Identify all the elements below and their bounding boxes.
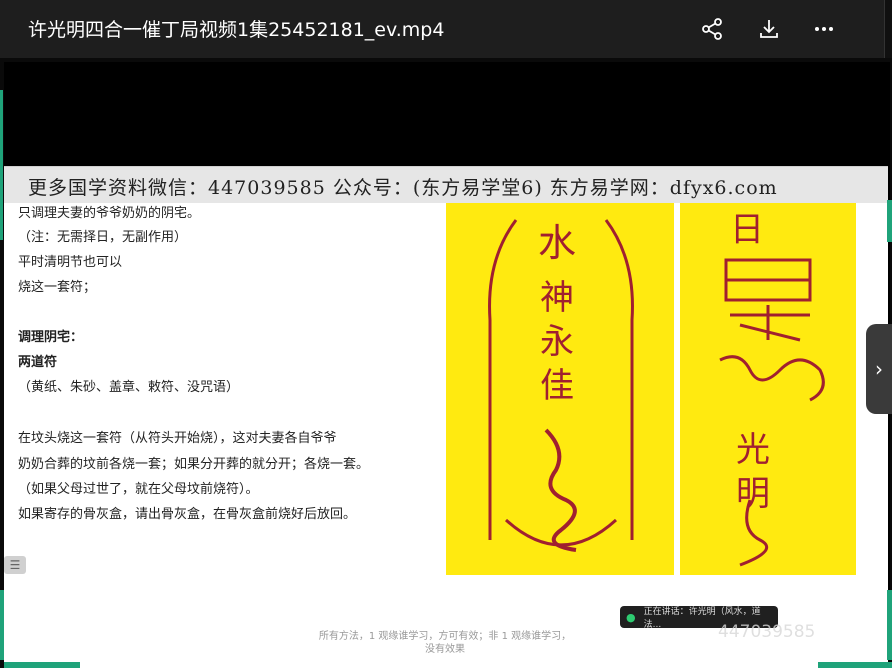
playlist-button[interactable]: ☰ (4, 556, 26, 574)
title-bar: 许光明四合一催丁局视频1集25452181_ev.mp4 (0, 0, 892, 58)
slide-line: 奶奶合葬的坟前各烧一套；如果分开葬的就分开；各烧一套。 (18, 457, 370, 472)
bottom-accent (818, 662, 892, 668)
left-accent (0, 90, 3, 240)
left-accent (0, 590, 4, 660)
talisman-right-char: 明 (736, 474, 770, 514)
slide-line: 只调理夫妻的爷爷奶奶的阴宅。 (18, 206, 201, 221)
talisman-right-char: 光 (736, 430, 770, 470)
slide-footer: 所有方法，1 观缘谁学习，方可有效；非 1 观缘谁学习， 没有效果 (280, 630, 610, 656)
microphone-icon: ● (626, 610, 636, 624)
next-page-button[interactable]: › (866, 324, 892, 414)
slide-heading: 调理阴宅： (18, 330, 84, 345)
talisman-left: 水 神 永 佳 (446, 200, 674, 575)
watermark: 447039585 (718, 622, 816, 642)
bottom-accent (4, 662, 80, 668)
banner-text: 更多国学资料微信：447039585 公众号：(东方易学堂6) 东方易学网：df… (28, 177, 778, 199)
slide-line: 平时清明节也可以 (18, 255, 123, 270)
share-icon[interactable] (697, 14, 727, 44)
right-accent (887, 590, 892, 660)
slide-line: （黄纸、朱砂、盖章、敕符、没咒语） (18, 380, 240, 395)
list-icon: ☰ (9, 558, 21, 572)
slide-heading: 两道符 (18, 355, 58, 370)
chevron-right-icon: › (875, 357, 883, 381)
banner: 更多国学资料微信：447039585 公众号：(东方易学堂6) 东方易学网：df… (4, 166, 888, 203)
slide-content: 只调理夫妻的爷爷奶奶的阴宅。 （注：无需择日，无副作用） 平时清明节也可以 烧这… (4, 166, 888, 668)
more-icon[interactable] (809, 14, 839, 44)
slide-footer-line: 没有效果 (425, 644, 465, 655)
right-accent (887, 200, 892, 242)
talisman-right-strokes (719, 258, 825, 567)
slide-line: 如果寄存的骨灰盒，请出骨灰盒，在骨灰盒前烧好后放回。 (18, 507, 357, 522)
download-icon[interactable] (754, 14, 784, 44)
slide-line: 在坟头烧这一套符（从符头开始烧），这对夫妻各自爷爷 (18, 431, 337, 446)
slide-line: 烧这一套符； (18, 280, 97, 295)
slide-line: （如果父母过世了，就在父母坟前烧符）。 (18, 482, 259, 497)
slide-footer-line: 所有方法，1 观缘谁学习，方可有效；非 1 观缘谁学习， (318, 631, 572, 642)
window-edge (884, 0, 892, 58)
window-title: 许光明四合一催丁局视频1集25452181_ev.mp4 (28, 19, 445, 41)
slide-line: （注：无需择日，无副作用） (18, 230, 188, 245)
talisman-right: 日 光 明 (680, 200, 856, 575)
talisman-left-seal-strokes (544, 428, 577, 552)
